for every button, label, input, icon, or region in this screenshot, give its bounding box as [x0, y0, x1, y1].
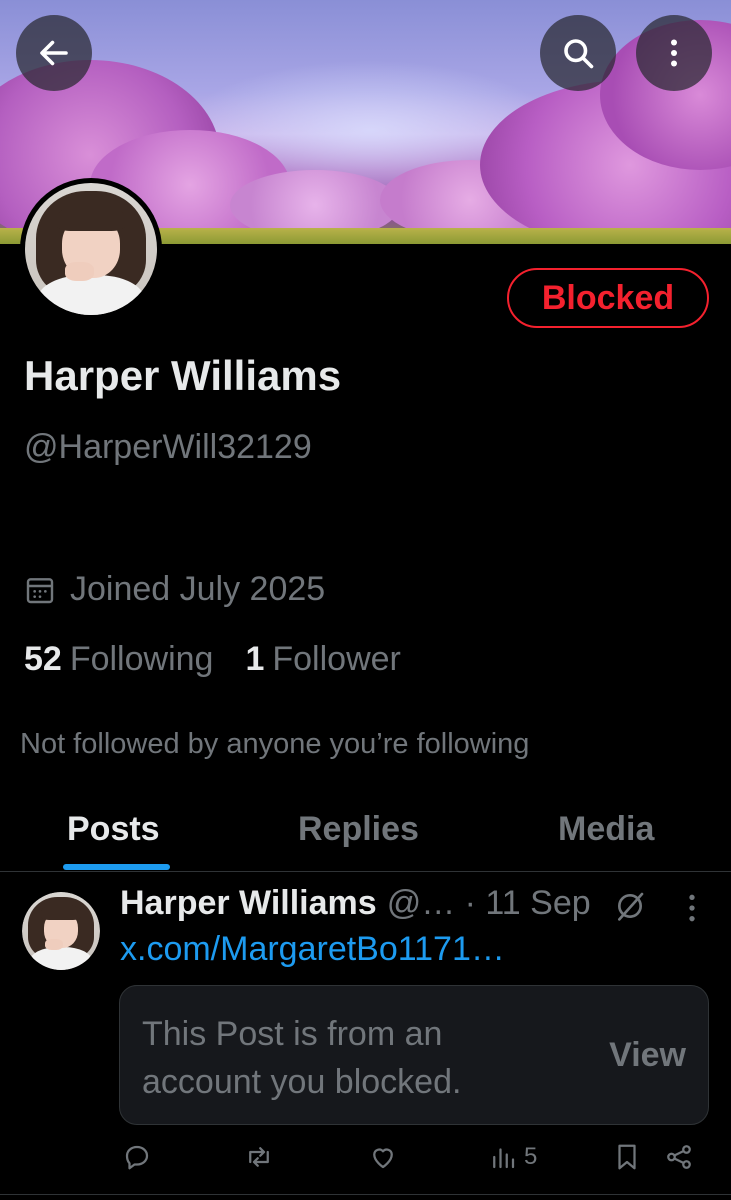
avatar-photo	[22, 892, 100, 970]
view-button[interactable]: View	[609, 1036, 686, 1075]
post-author-name[interactable]: Harper Williams	[120, 884, 377, 923]
share-button[interactable]	[664, 1142, 694, 1172]
post-header: Harper Williams @… · 11 Sep	[120, 884, 591, 923]
profile-name: Harper Williams	[24, 352, 342, 399]
arrow-left-icon	[40, 40, 68, 66]
post-actions: 5	[0, 1142, 731, 1178]
tab-media[interactable]: Media	[558, 810, 654, 849]
divider	[0, 1194, 731, 1195]
followers-link[interactable]: 1 Follower	[245, 640, 400, 679]
active-tab-indicator	[63, 864, 170, 870]
post-link[interactable]: x.com/MargaretBo1171…	[120, 930, 505, 969]
reply-button[interactable]	[122, 1142, 152, 1172]
bookmark-icon	[618, 1144, 636, 1170]
following-link[interactable]: 52 Following	[24, 640, 213, 679]
views-count: 5	[524, 1143, 538, 1170]
profile-tabs: Posts Replies Media	[0, 800, 731, 872]
bookmark-button[interactable]	[612, 1142, 642, 1172]
blocked-post-message: This Post is from an account you blocked…	[142, 1015, 462, 1101]
mutuals-note: Not followed by anyone you’re following	[20, 728, 530, 760]
avatar-photo	[25, 183, 157, 315]
post-meta: @… · 11 Sep	[386, 884, 591, 922]
views-icon	[493, 1148, 515, 1169]
more-options-button[interactable]	[636, 15, 712, 91]
search-button[interactable]	[540, 15, 616, 91]
repost-button[interactable]	[244, 1142, 274, 1172]
share-icon	[667, 1145, 691, 1169]
back-button[interactable]	[16, 15, 92, 91]
followers-label: Follower	[272, 640, 401, 678]
followers-count: 1	[245, 640, 265, 678]
tab-replies[interactable]: Replies	[298, 810, 419, 849]
profile-handle: @HarperWill32129	[24, 428, 312, 466]
more-vertical-icon	[671, 39, 677, 67]
joined-date: Joined July 2025	[24, 570, 325, 609]
views-button[interactable]: 5	[488, 1142, 537, 1172]
reply-icon	[125, 1145, 149, 1170]
joined-label: Joined July 2025	[70, 570, 326, 608]
blocked-post-card: This Post is from an account you blocked…	[119, 985, 709, 1125]
follow-stats: 52 Following 1 Follower	[24, 640, 433, 679]
following-count: 52	[24, 640, 62, 678]
blocked-button[interactable]: Blocked	[507, 268, 709, 328]
profile-avatar[interactable]	[20, 178, 162, 320]
like-button[interactable]	[368, 1142, 398, 1172]
post-more-icon[interactable]	[682, 892, 702, 924]
post-avatar[interactable]	[22, 892, 100, 970]
tab-posts[interactable]: Posts	[67, 810, 160, 849]
repost-icon	[249, 1147, 269, 1167]
search-icon	[564, 39, 594, 69]
grok-icon[interactable]	[614, 890, 646, 922]
heart-icon	[373, 1148, 393, 1169]
following-label: Following	[69, 640, 214, 678]
calendar-icon	[26, 577, 54, 603]
